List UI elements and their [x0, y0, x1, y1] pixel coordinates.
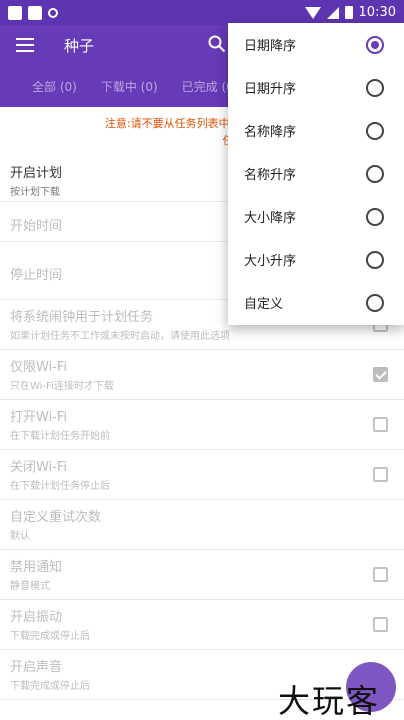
- sort-option-custom[interactable]: 自定义: [228, 281, 404, 324]
- setting-title: 禁用通知: [10, 560, 63, 575]
- setting-vibration[interactable]: 开启振动 下载完成或停止后: [0, 600, 404, 650]
- setting-subtitle: 如果计划任务不工作或未按时启动，请使用此选项: [10, 331, 230, 342]
- setting-subtitle: 在下载计划任务停止后: [10, 481, 110, 492]
- setting-retry-count[interactable]: 自定义重试次数 默认: [0, 500, 404, 550]
- setting-turn-off-wifi[interactable]: 关闭Wi-Fi 在下载计划任务停止后: [0, 450, 404, 500]
- setting-title: 开启振动: [10, 610, 63, 625]
- sort-option-name-asc[interactable]: 名称升序: [228, 152, 404, 195]
- signal-icon: [326, 6, 339, 19]
- setting-subtitle: 静音模式: [10, 581, 50, 592]
- setting-subtitle: 在下载计划任务开始前: [10, 431, 110, 442]
- setting-title: 开始时间: [10, 219, 63, 234]
- radio-icon[interactable]: [366, 122, 384, 140]
- sort-option-label: 大小升序: [244, 254, 297, 269]
- setting-title: 自定义重试次数: [10, 510, 102, 525]
- sort-option-size-desc[interactable]: 大小降序: [228, 195, 404, 238]
- battery-icon: [344, 6, 353, 19]
- tab-all[interactable]: 全部 (0): [0, 78, 89, 95]
- radio-selected-icon[interactable]: [366, 36, 384, 54]
- page-title: 种子: [64, 36, 95, 55]
- setting-title: 开启声音: [10, 660, 63, 675]
- download-notification-icon: [28, 5, 42, 20]
- setting-turn-on-wifi[interactable]: 打开Wi-Fi 在下载计划任务开始前: [0, 400, 404, 450]
- sort-option-label: 名称降序: [244, 125, 297, 140]
- turn-off-wifi-checkbox[interactable]: [373, 466, 388, 482]
- vibration-checkbox[interactable]: [373, 616, 388, 632]
- setting-title: 关闭Wi-Fi: [10, 460, 68, 475]
- sort-option-label: 大小降序: [244, 211, 297, 226]
- radio-icon[interactable]: [366, 251, 384, 269]
- app-notification-icon: [8, 5, 22, 20]
- status-bar: 10:30: [0, 0, 404, 25]
- sort-option-date-desc[interactable]: 日期降序: [228, 23, 404, 66]
- setting-subtitle: 默认: [10, 531, 30, 542]
- sort-option-label: 自定义: [244, 297, 284, 312]
- setting-title: 停止时间: [10, 268, 63, 283]
- setting-disable-notification[interactable]: 禁用通知 静音模式: [0, 550, 404, 600]
- sort-option-label: 日期降序: [244, 39, 297, 54]
- setting-wifi-only[interactable]: 仅限Wi-Fi 只在Wi-Fi连接时才下载: [0, 350, 404, 400]
- radio-icon[interactable]: [366, 165, 384, 183]
- setting-title: 打开Wi-Fi: [10, 410, 68, 425]
- wifi-only-checkbox[interactable]: [373, 366, 388, 382]
- sort-option-date-asc[interactable]: 日期升序: [228, 66, 404, 109]
- disable-notification-checkbox[interactable]: [373, 566, 388, 582]
- radio-icon[interactable]: [366, 208, 384, 226]
- search-icon[interactable]: [208, 35, 226, 53]
- sort-option-size-asc[interactable]: 大小升序: [228, 238, 404, 281]
- radio-icon[interactable]: [366, 294, 384, 312]
- wifi-icon: [304, 6, 321, 19]
- sync-icon: [48, 7, 58, 18]
- hamburger-menu-icon[interactable]: [16, 38, 34, 52]
- setting-subtitle: 下载完成或停止后: [10, 631, 90, 642]
- setting-title: 仅限Wi-Fi: [10, 360, 68, 375]
- watermark-logo: 大玩客: [278, 682, 381, 720]
- setting-subtitle: 只在Wi-Fi连接时才下载: [10, 381, 114, 392]
- sort-menu: 日期降序 日期升序 名称降序 名称升序 大小降序 大小升序 自定义: [228, 23, 404, 325]
- sort-option-label: 日期升序: [244, 82, 297, 97]
- sort-option-label: 名称升序: [244, 168, 297, 183]
- tab-downloading[interactable]: 下载中 (0): [89, 78, 170, 95]
- turn-on-wifi-checkbox[interactable]: [373, 416, 388, 432]
- clock: 10:30: [358, 5, 396, 20]
- sort-option-name-desc[interactable]: 名称降序: [228, 109, 404, 152]
- radio-icon[interactable]: [366, 79, 384, 97]
